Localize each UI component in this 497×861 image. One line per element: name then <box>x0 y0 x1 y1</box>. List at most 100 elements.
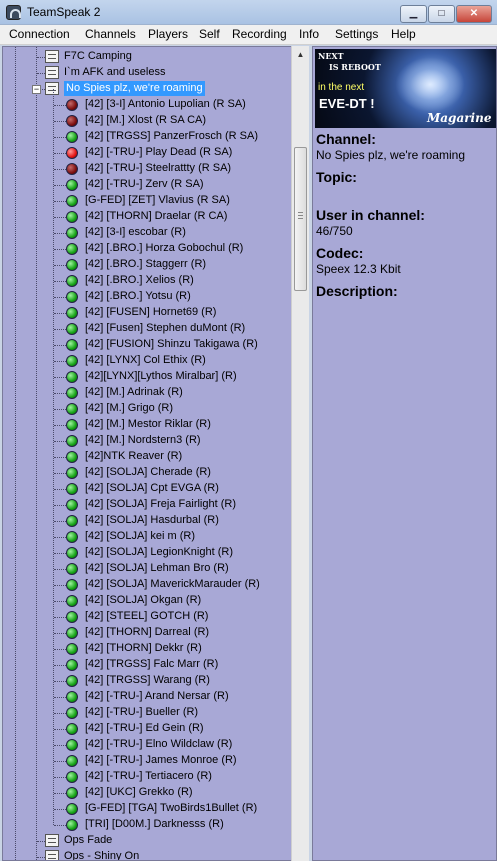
banner-text: IS REBOOT <box>329 62 381 72</box>
player-flags: (R) <box>185 594 202 606</box>
player-status-icon <box>66 243 78 255</box>
minimize-button[interactable]: ▁ <box>400 5 427 23</box>
player-item[interactable]: [42] [-TRU-] James Monroe (R) <box>3 753 291 769</box>
player-flags: (R) <box>194 674 210 686</box>
player-item[interactable]: [42] [SOLJA] Hasdurbal (R) <box>3 513 291 529</box>
channel-item-selected[interactable]: − No Spies plz, we're roaming <box>3 81 291 97</box>
menu-players[interactable]: Players <box>148 27 188 41</box>
player-label: [42] [SOLJA] kei m (R) <box>85 530 195 542</box>
player-item[interactable]: [TRI] [D00M.] Darknesss (R) <box>3 817 291 833</box>
player-label: [42] [THORN] Dekkr (R) <box>85 642 202 654</box>
player-flags: (R) <box>220 498 237 510</box>
player-item[interactable]: [42] [-TRU-] Elno Wildclaw (R) <box>3 737 291 753</box>
player-item[interactable]: [42] [3-I] escobar (R) <box>3 225 291 241</box>
tree-branch-line <box>54 825 66 826</box>
player-item[interactable]: [42] [M.] Adrinak (R) <box>3 385 291 401</box>
channel-item[interactable]: Ops Fade <box>3 833 291 849</box>
channel-name: Ops Fade <box>64 834 113 846</box>
player-item[interactable]: [42] [M.] Xlost (R SA CA) <box>3 113 291 129</box>
player-item[interactable]: [42] [-TRU-] Ed Gein (R) <box>3 721 291 737</box>
player-item[interactable]: [42] [SOLJA] LegionKnight (R) <box>3 545 291 561</box>
menu-self[interactable]: Self <box>199 27 220 41</box>
channel-item[interactable]: F7C Camping <box>3 49 291 65</box>
player-item[interactable]: [42][LYNX][Lythos Miralbar] (R) <box>3 369 291 385</box>
player-item[interactable]: [42] [-TRU-] Steelrattty (R SA) <box>3 161 291 177</box>
menu-help[interactable]: Help <box>391 27 416 41</box>
channel-icon <box>45 82 59 95</box>
player-item[interactable]: [42] [STEEL] GOTCH (R) <box>3 609 291 625</box>
player-item[interactable]: [42] [3-I] Antonio Lupolian (R SA) <box>3 97 291 113</box>
player-status-icon <box>66 755 78 767</box>
player-item[interactable]: [42] [M.] Nordstern3 (R) <box>3 433 291 449</box>
player-item[interactable]: [42] [.BRO.] Yotsu (R) <box>3 289 291 305</box>
tree-branch-line <box>37 57 45 58</box>
player-item[interactable]: [42] [-TRU-] Tertiacero (R) <box>3 769 291 785</box>
player-item[interactable]: [42] [SOLJA] Freja Fairlight (R) <box>3 497 291 513</box>
player-item[interactable]: [42] [M.] Mestor Riklar (R) <box>3 417 291 433</box>
player-item[interactable]: [42] [-TRU-] Play Dead (R SA) <box>3 145 291 161</box>
close-button[interactable]: ✕ <box>456 5 492 23</box>
player-label: [G-FED] [TGA] TwoBirds1Bullet (R) <box>85 802 257 814</box>
player-item[interactable]: [42] [.BRO.] Xelios (R) <box>3 273 291 289</box>
player-status-icon <box>66 579 78 591</box>
scroll-up-arrow-icon[interactable]: ▲ <box>292 46 309 63</box>
player-item[interactable]: [42] [TRGSS] PanzerFrosch (R SA) <box>3 129 291 145</box>
player-item[interactable]: [G-FED] [ZET] Vlavius (R SA) <box>3 193 291 209</box>
banner-text: NEXT <box>318 51 344 61</box>
player-item[interactable]: [42] [UKC] Grekko (R) <box>3 785 291 801</box>
menu-recording[interactable]: Recording <box>232 27 287 41</box>
player-status-icon <box>66 179 78 191</box>
tree-branch-line <box>54 281 66 282</box>
grip-line <box>298 215 303 216</box>
player-flags: (R) <box>157 402 174 414</box>
player-item[interactable]: [42]NTK Reaver (R) <box>3 449 291 465</box>
player-item[interactable]: [42] [SOLJA] kei m (R) <box>3 529 291 545</box>
scrollbar-thumb[interactable] <box>294 147 307 291</box>
player-item[interactable]: [42] [THORN] Draelar (R CA) <box>3 209 291 225</box>
teamspeak-headset-icon[interactable] <box>6 5 21 20</box>
collapse-toggle-icon[interactable]: − <box>32 85 41 94</box>
player-label: [42] [M.] Mestor Riklar (R) <box>85 418 211 430</box>
player-item[interactable]: [42] [FUSEN] Hornet69 (R) <box>3 305 291 321</box>
player-status-icon <box>66 643 78 655</box>
player-item[interactable]: [42] [SOLJA] Okgan (R) <box>3 593 291 609</box>
maximize-button[interactable]: □ <box>428 5 455 23</box>
player-item[interactable]: [G-FED] [TGA] TwoBirds1Bullet (R) <box>3 801 291 817</box>
player-item[interactable]: [42] [FUSION] Shinzu Takigawa (R) <box>3 337 291 353</box>
player-label: [42] [SOLJA] Cherade (R) <box>85 466 211 478</box>
player-item[interactable]: [42] [THORN] Dekkr (R) <box>3 641 291 657</box>
player-item[interactable]: [42] [TRGSS] Warang (R) <box>3 673 291 689</box>
player-name: [42] [STEEL] GOTCH <box>85 610 191 622</box>
player-status-icon <box>66 371 78 383</box>
menu-settings[interactable]: Settings <box>335 27 378 41</box>
channel-item[interactable]: I`m AFK and useless <box>3 65 291 81</box>
player-flags: (R) <box>166 450 183 462</box>
menu-info[interactable]: Info <box>299 27 319 41</box>
player-item[interactable]: [42] [LYNX] Col Ethix (R) <box>3 353 291 369</box>
channel-tree[interactable]: F7C Camping I`m AFK and useless − No Spies … <box>2 46 291 861</box>
player-item[interactable]: [42] [-TRU-] Bueller (R) <box>3 705 291 721</box>
player-item[interactable]: [42] [TRGSS] Falc Marr (R) <box>3 657 291 673</box>
menu-channels[interactable]: Channels <box>85 27 136 41</box>
player-item[interactable]: [42] [THORN] Darreal (R) <box>3 625 291 641</box>
player-item[interactable]: [42] [.BRO.] Horza Gobochul (R) <box>3 241 291 257</box>
player-item[interactable]: [42] [SOLJA] Cpt EVGA (R) <box>3 481 291 497</box>
tree-branch-line <box>54 761 66 762</box>
player-item[interactable]: [42] [-TRU-] Arand Nersar (R) <box>3 689 291 705</box>
menu-connection[interactable]: Connection <box>9 27 70 41</box>
tree-branch-line <box>37 841 45 842</box>
channel-name: F7C Camping <box>64 50 132 62</box>
tree-scrollbar[interactable]: ▲ <box>291 46 309 861</box>
player-item[interactable]: [42] [-TRU-] Zerv (R SA) <box>3 177 291 193</box>
player-item[interactable]: [42] [.BRO.] Staggerr (R) <box>3 257 291 273</box>
player-name: [42] [-TRU-] James Monroe <box>85 754 219 766</box>
player-item[interactable]: [42] [SOLJA] MaverickMarauder (R) <box>3 577 291 593</box>
title-bar[interactable]: TeamSpeak 2 ▁ □ ✕ <box>0 0 497 25</box>
channel-item[interactable]: Ops - Shiny On <box>3 849 291 860</box>
player-status-icon <box>66 259 78 271</box>
player-item[interactable]: [42] [SOLJA] Cherade (R) <box>3 465 291 481</box>
player-item[interactable]: [42] [Fusen] Stephen duMont (R) <box>3 321 291 337</box>
player-name: [42] [THORN] Draelar <box>85 210 191 222</box>
player-item[interactable]: [42] [SOLJA] Lehman Bro (R) <box>3 561 291 577</box>
player-item[interactable]: [42] [M.] Grigo (R) <box>3 401 291 417</box>
